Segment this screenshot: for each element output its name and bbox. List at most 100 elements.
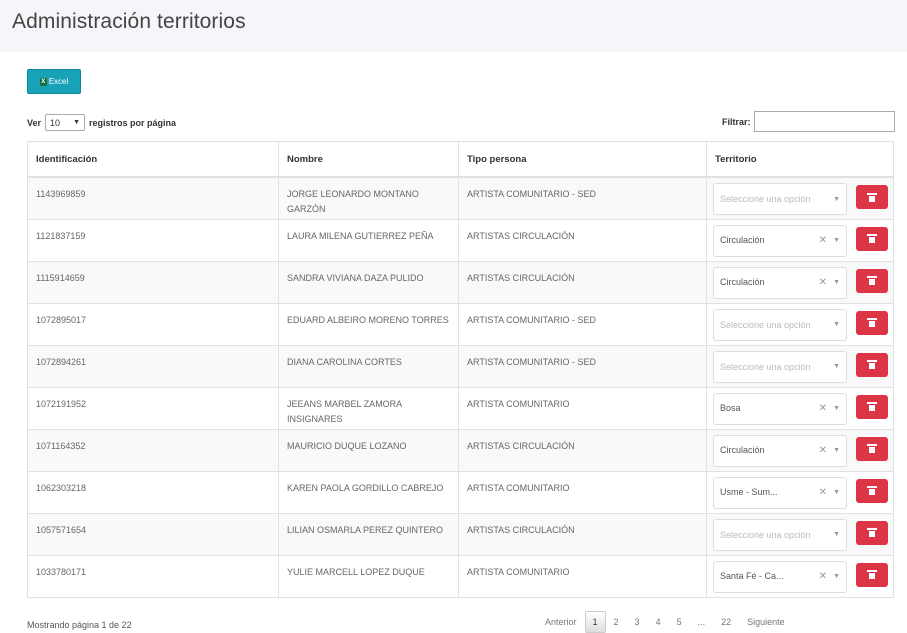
pagination-page[interactable]: 4 [648, 612, 669, 632]
territory-select[interactable]: Seleccione una opción ▼ [713, 308, 847, 341]
table-row: 1143969859 JORGE LEONARDO MONTANO GARZÓN A… [27, 176, 894, 220]
territories-table: Identificación Nombre Tipo persona Terri… [27, 141, 894, 598]
page-title: Administración territorios [12, 10, 246, 33]
delete-button[interactable] [856, 436, 888, 461]
territory-select-value: Santa Fé - Ca... [720, 571, 784, 581]
cell-territorio: Seleccione una opción ▼ [706, 344, 894, 388]
trash-icon [867, 570, 877, 579]
pagination-page[interactable]: 22 [713, 612, 739, 632]
cell-tipo-persona: ARTISTA COMUNITARIO - SED [458, 176, 707, 220]
cell-tipo-persona: ARTISTA COMUNITARIO [458, 386, 707, 430]
trash-icon [867, 486, 877, 495]
close-icon[interactable]: ✕ [819, 401, 827, 416]
territory-select-value: Circulación [720, 445, 765, 455]
trash-icon [867, 402, 877, 411]
filter-input[interactable] [753, 111, 895, 132]
chevron-down-icon: ▼ [73, 119, 81, 126]
delete-button[interactable] [856, 562, 888, 587]
cell-territorio: Seleccione una opción ▼ [706, 512, 894, 556]
cell-territorio: Circulación ✕ ▼ [706, 260, 894, 304]
chevron-down-icon: ▼ [833, 321, 840, 328]
trash-icon [867, 360, 877, 369]
territory-select-value: Seleccione una opción [720, 361, 811, 372]
territory-select[interactable]: Seleccione una opción ▼ [713, 350, 847, 383]
trash-icon [867, 276, 877, 285]
pagination-page[interactable]: 1 [584, 611, 606, 633]
chevron-down-icon: ▼ [833, 237, 840, 244]
cell-identificacion: 1115914659 [27, 260, 279, 304]
table-row: 1072895017 EDUARD ALBEIRO MORENO TORRES AR… [27, 302, 894, 346]
close-icon[interactable]: ✕ [819, 275, 827, 290]
cell-nombre: LILIAN OSMARLA PEREZ QUINTERO [278, 512, 459, 556]
territory-select[interactable]: Usme - Sum... ✕ ▼ [713, 476, 847, 509]
cell-territorio: Circulación ✕ ▼ [706, 428, 894, 472]
cell-tipo-persona: ARTISTA COMUNITARIO - SED [458, 302, 707, 346]
cell-nombre: DIANA CAROLINA CORTES [278, 344, 459, 388]
column-header-nombre[interactable]: Nombre [278, 141, 459, 178]
cell-territorio: Seleccione una opción ▼ [706, 176, 894, 220]
cell-tipo-persona: ARTISTAS CIRCULACIÓN [458, 428, 707, 472]
cell-nombre: YULIE MARCELL LOPEZ DUQUE [278, 554, 459, 598]
close-icon[interactable]: ✕ [819, 233, 827, 248]
delete-button[interactable] [856, 310, 888, 335]
cell-tipo-persona: ARTISTA COMUNITARIO - SED [458, 344, 707, 388]
pagination-previous[interactable]: Anterior [537, 612, 585, 632]
page-length-select[interactable]: 10 ▼ [45, 114, 86, 131]
cell-identificacion: 1062303218 [27, 470, 279, 514]
close-icon[interactable]: ✕ [819, 569, 827, 584]
delete-button[interactable] [856, 352, 888, 377]
pagination-next[interactable]: Siguiente [739, 612, 793, 632]
chevron-down-icon: ▼ [833, 363, 840, 370]
page-length-suffix: registros por página [89, 117, 177, 128]
cell-tipo-persona: ARTISTA COMUNITARIO [458, 470, 707, 514]
cell-tipo-persona: ARTISTA COMUNITARIO [458, 554, 707, 598]
excel-icon: X [39, 77, 47, 86]
territory-select[interactable]: Circulación ✕ ▼ [713, 434, 847, 467]
column-header-territorio[interactable]: Territorio [706, 141, 894, 178]
column-header-tipo-persona[interactable]: Tipo persona [458, 141, 707, 178]
cell-nombre: LAURA MILENA GUTIERREZ PEÑA [278, 218, 459, 262]
table-info: Mostrando página 1 de 22 [27, 620, 132, 630]
cell-nombre: JEEANS MARBEL ZAMORA INSIGNARES [278, 386, 459, 430]
territory-select-value: Seleccione una opción [720, 529, 811, 540]
territory-select[interactable]: Bosa ✕ ▼ [713, 392, 847, 425]
cell-identificacion: 1072191952 [27, 386, 279, 430]
territory-select[interactable]: Circulación ✕ ▼ [713, 266, 847, 299]
pagination-page[interactable]: 5 [669, 612, 690, 632]
delete-button[interactable] [856, 268, 888, 293]
delete-button[interactable] [856, 394, 888, 419]
territory-select[interactable]: Santa Fé - Ca... ✕ ▼ [713, 560, 847, 593]
close-icon[interactable]: ✕ [819, 443, 827, 458]
page-length-prefix: Ver [27, 117, 42, 128]
territory-select-value: Usme - Sum... [720, 487, 778, 497]
page-length-value: 10 [50, 117, 61, 128]
chevron-down-icon: ▼ [833, 447, 840, 454]
chevron-down-icon: ▼ [833, 489, 840, 496]
delete-button[interactable] [856, 226, 888, 251]
pagination-page[interactable]: 3 [627, 612, 648, 632]
delete-button[interactable] [856, 185, 888, 209]
close-icon[interactable]: ✕ [819, 485, 827, 500]
cell-identificacion: 1072894261 [27, 344, 279, 388]
delete-button[interactable] [856, 478, 888, 503]
excel-export-button[interactable]: X Excel [27, 69, 81, 94]
trash-icon [867, 528, 877, 537]
territory-select[interactable]: Seleccione una opción ▼ [713, 518, 847, 551]
cell-identificacion: 1121837159 [27, 218, 279, 262]
cell-territorio: Seleccione una opción ▼ [706, 302, 894, 346]
cell-identificacion: 1057571654 [27, 512, 279, 556]
table-row: 1033780171 YULIE MARCELL LOPEZ DUQUE ARTIS… [27, 554, 894, 598]
cell-territorio: Santa Fé - Ca... ✕ ▼ [706, 554, 894, 598]
territory-select[interactable]: Circulación ✕ ▼ [713, 224, 847, 257]
trash-icon [867, 234, 877, 243]
territory-select-value: Seleccione una opción [720, 194, 811, 204]
cell-identificacion: 1072895017 [27, 302, 279, 346]
territory-select-value: Bosa [720, 403, 741, 413]
territory-select[interactable]: Seleccione una opción ▼ [713, 183, 847, 215]
pagination-ellipsis: ... [697, 617, 706, 627]
pagination-page[interactable]: 2 [606, 612, 627, 632]
delete-button[interactable] [856, 520, 888, 545]
column-header-identificacion[interactable]: Identificación [27, 141, 279, 178]
chevron-down-icon: ▼ [833, 573, 840, 580]
page-length-control: Ver 10 ▼ registros por página [27, 114, 176, 131]
